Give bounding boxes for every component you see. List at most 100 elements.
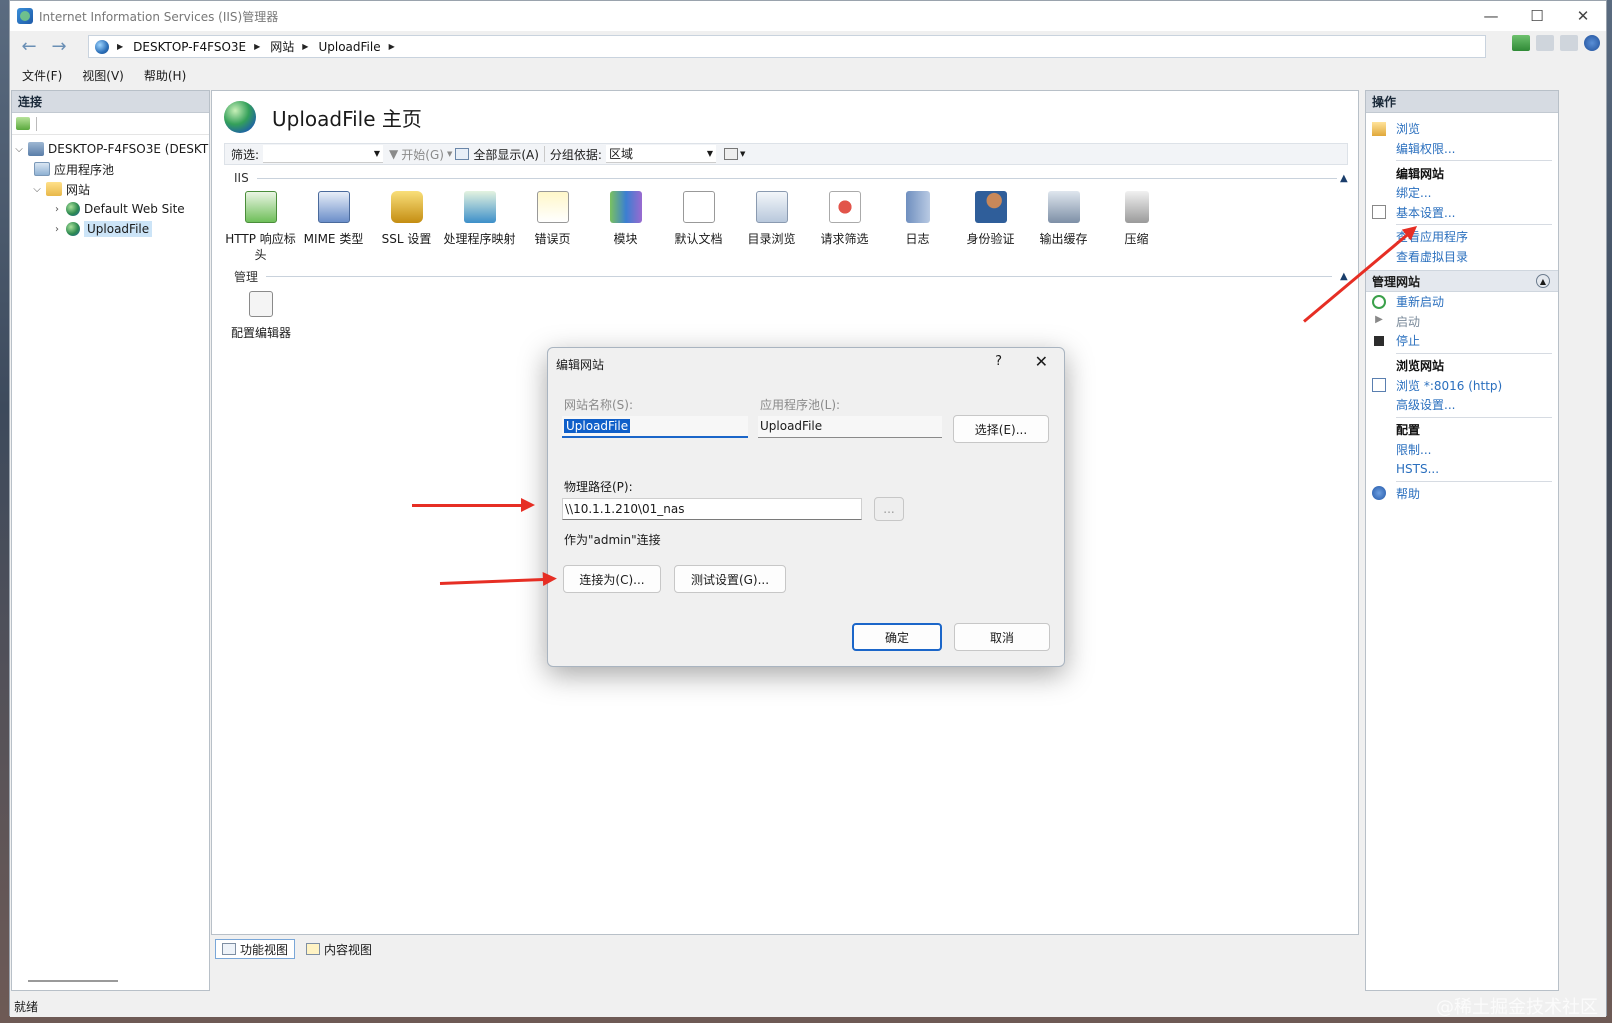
feature-error-pages[interactable]: 错误页 [516,191,589,263]
feature-label: 压缩 [1124,232,1149,246]
action-limits[interactable]: 限制... [1366,440,1558,460]
breadcrumb-sites[interactable]: 网站 [270,38,294,55]
tree-node-server[interactable]: ⌵ DESKTOP-F4FSO3E (DESKT [12,139,209,159]
breadcrumb-site[interactable]: UploadFile [318,40,380,54]
feature-compression[interactable]: 压缩 [1100,191,1173,263]
help-icon [1372,486,1386,501]
action-bindings[interactable]: 绑定... [1366,183,1558,203]
feature-default-document[interactable]: 默认文档 [662,191,735,263]
minimize-button[interactable]: — [1468,1,1514,31]
connect-as-button[interactable]: 连接为(C)... [563,565,661,593]
feature-config-editor[interactable]: 配置编辑器 [224,291,298,341]
menu-help[interactable]: 帮助(H) [144,67,186,84]
connect-icon[interactable] [1512,35,1530,51]
start-filter-button[interactable]: 开始(G) [401,146,444,163]
connections-toolbar [12,113,209,135]
feature-request-filtering[interactable]: 请求筛选 [808,191,881,263]
action-advanced-settings[interactable]: 高级设置... [1366,395,1558,415]
dropdown-arrow-icon: ▼ [446,150,453,158]
disconnect-icon[interactable] [1536,35,1554,51]
back-arrow-icon[interactable]: ← [14,34,44,60]
collapse-up-icon[interactable]: ▲ [1340,173,1348,184]
feature-mime-types[interactable]: MIME 类型 [297,191,370,263]
browse-path-button[interactable]: ... [874,497,904,521]
maximize-button[interactable]: ☐ [1514,1,1560,31]
action-view-vdirs[interactable]: 查看虚拟目录 [1366,247,1558,267]
funnel-icon: ▼ [389,147,399,161]
settings-page-icon [1372,205,1386,220]
dialog-help-button[interactable]: ? [995,354,1002,369]
horizontal-scrollbar[interactable] [28,980,118,982]
feature-http-headers[interactable]: HTTP 响应标头 [224,191,297,263]
actions-header: 操作 [1366,91,1558,113]
feature-modules[interactable]: 模块 [589,191,662,263]
start-page-icon[interactable] [16,117,30,130]
action-basic-settings[interactable]: 基本设置... [1366,203,1558,223]
mime-types-icon [317,191,350,223]
physical-path-field[interactable]: \\10.1.1.210\01_nas [562,498,862,520]
feature-logging[interactable]: 日志 [881,191,954,263]
feature-handler-mappings[interactable]: 处理程序映射 [443,191,516,263]
action-browse[interactable]: 浏览 [1366,119,1558,139]
select-app-pool-button[interactable]: 选择(E)... [953,415,1049,443]
action-stop[interactable]: 停止 [1366,331,1558,351]
feature-label: 配置编辑器 [230,326,291,340]
section-manage: 管理 [234,269,1333,284]
tree-node-sites[interactable]: ⌵ 网站 [12,179,209,199]
menu-file[interactable]: 文件(F) [22,67,62,84]
breadcrumb-server[interactable]: DESKTOP-F4FSO3E [133,40,246,54]
section-divider [256,177,1337,179]
action-restart[interactable]: 重新启动 [1366,292,1558,312]
expand-chevron-icon[interactable]: › [50,224,64,235]
dialog-title: 编辑网站 [556,357,605,372]
sites-folder-icon [46,182,62,196]
error-page-icon [536,191,569,223]
tree-node-app-pools[interactable]: 应用程序池 [12,159,209,179]
action-start-label: 启动 [1396,314,1421,329]
feature-label: 处理程序映射 [443,232,516,246]
action-divider [1396,352,1552,354]
tab-features-view[interactable]: 功能视图 [215,939,296,959]
tree-node-default-site[interactable]: › Default Web Site [12,199,209,219]
collapse-chevron-icon[interactable]: ⌵ [30,184,44,195]
collapse-chevron-icon[interactable]: ⌵ [12,144,26,155]
tree-label-app-pools: 应用程序池 [54,162,115,177]
collapse-up-icon[interactable]: ▲ [1536,274,1550,288]
filter-input[interactable]: ▼ [263,145,384,163]
cancel-button[interactable]: 取消 [954,623,1050,651]
site-name-value: UploadFile [564,419,631,433]
feature-directory-browsing[interactable]: 目录浏览 [735,191,808,263]
dialog-close-button[interactable]: ✕ [1035,352,1048,371]
show-all-button[interactable]: 全部显示(A) [473,146,539,163]
expand-chevron-icon[interactable]: › [50,204,64,215]
help-icon[interactable] [1584,35,1600,51]
action-help[interactable]: 帮助 [1366,484,1558,504]
action-hsts[interactable]: HSTS... [1366,459,1558,479]
test-settings-button[interactable]: 测试设置(G)... [674,565,786,593]
dropdown-arrow-icon: ▼ [739,150,746,158]
breadcrumb[interactable]: ▶ DESKTOP-F4FSO3E ▶ 网站 ▶ UploadFile ▶ [88,35,1486,58]
feature-ssl[interactable]: SSL 设置 [370,191,443,263]
action-start[interactable]: ▶ 启动 [1366,312,1558,332]
forward-arrow-icon[interactable]: → [44,34,74,60]
browse-page-icon [1372,378,1386,393]
ok-button[interactable]: 确定 [852,623,942,651]
action-advanced-settings-label: 高级设置... [1396,398,1456,413]
home-icon[interactable] [1560,35,1578,51]
view-mode-icon[interactable] [723,148,738,160]
action-browse-8016[interactable]: 浏览 *:8016 (http) [1366,376,1558,396]
menu-view[interactable]: 视图(V) [82,67,124,84]
close-button[interactable]: ✕ [1560,1,1606,31]
tab-content-view[interactable]: 内容视图 [299,939,379,959]
collapse-up-icon[interactable]: ▲ [1340,271,1348,282]
site-name-field[interactable]: UploadFile [562,416,748,438]
action-edit-permissions[interactable]: 编辑权限... [1366,139,1558,159]
status-bar: 就绪 [10,995,1606,1017]
content-view-icon [306,943,321,955]
manage-site-group[interactable]: 管理网站 ▲ [1366,270,1558,292]
tree-node-uploadfile[interactable]: › UploadFile [12,219,209,239]
feature-output-caching[interactable]: 输出缓存 [1027,191,1100,263]
physical-path-label: 物理路径(P): [564,480,633,494]
group-by-select[interactable]: 区域 ▼ [605,145,716,163]
feature-authentication[interactable]: 身份验证 [954,191,1027,263]
